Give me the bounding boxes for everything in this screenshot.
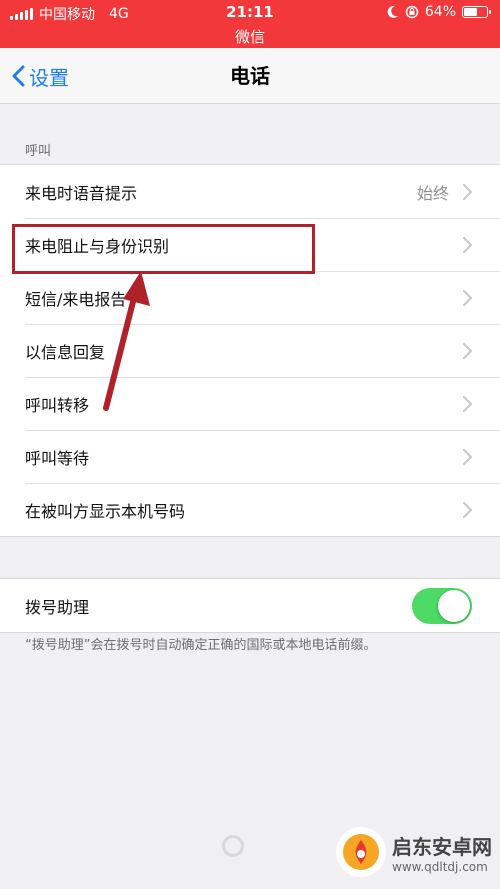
chevron-right-icon: [463, 342, 472, 359]
dial-assist-group: 拨号助理: [0, 578, 500, 633]
section-header-calls: 呼叫: [25, 144, 52, 159]
rotation-lock-icon: [405, 5, 419, 19]
watermark-name: 启东安卓网: [392, 834, 492, 859]
return-to-app-label[interactable]: 微信: [0, 26, 500, 47]
calls-settings-group: 来电时语音提示 始终 来电阻止与身份识别 短信/来电报告 以信息回复 呼叫转移 …: [0, 164, 500, 537]
row-label: 以信息回复: [25, 342, 106, 362]
status-right: 64%: [387, 4, 491, 20]
watermark-logo-icon: [336, 827, 386, 877]
row-label: 在被叫方显示本机号码: [25, 501, 186, 521]
chevron-right-icon: [463, 183, 472, 200]
status-bar: 中国移动 4G 21:11 微信 64%: [0, 0, 500, 48]
row-respond-with-text[interactable]: 以信息回复: [0, 324, 500, 377]
row-value: 始终: [416, 183, 449, 203]
chevron-right-icon: [463, 395, 472, 412]
row-call-waiting[interactable]: 呼叫等待: [0, 430, 500, 483]
page-title: 电话: [230, 64, 270, 88]
row-announce-calls[interactable]: 来电时语音提示 始终: [0, 165, 500, 218]
dial-assist-toggle[interactable]: [412, 587, 472, 624]
toggle-knob: [438, 589, 470, 622]
row-label: 呼叫转移: [25, 395, 90, 415]
dial-assist-note: “拨号助理”会在拨号时自动确定正确的国际或本地电话前缀。: [25, 638, 377, 653]
watermark-url: www.qdltdj.com: [392, 859, 488, 874]
row-sms-call-report[interactable]: 短信/来电报告: [0, 271, 500, 324]
row-call-blocking[interactable]: 来电阻止与身份识别: [0, 218, 500, 271]
back-button[interactable]: 设置: [12, 48, 69, 104]
row-label: 来电阻止与身份识别: [25, 236, 170, 256]
chevron-left-icon: [12, 65, 25, 87]
battery-percent: 64%: [424, 4, 456, 20]
chevron-right-icon: [463, 501, 472, 518]
row-label: 来电时语音提示: [25, 183, 138, 203]
navigation-bar: 设置 电话: [0, 48, 500, 104]
row-label: 拨号助理: [25, 597, 90, 617]
back-label: 设置: [29, 65, 69, 90]
moon-icon: [387, 5, 398, 18]
row-show-caller-id[interactable]: 在被叫方显示本机号码: [0, 483, 500, 536]
chevron-right-icon: [463, 289, 472, 306]
row-call-forwarding[interactable]: 呼叫转移: [0, 377, 500, 430]
battery-icon: [462, 6, 491, 18]
chevron-right-icon: [463, 448, 472, 465]
row-label: 呼叫等待: [25, 448, 90, 468]
row-dial-assist: 拨号助理: [0, 579, 500, 632]
row-label: 短信/来电报告: [25, 289, 127, 309]
watermark: 启东安卓网 www.qdltdj.com: [336, 827, 492, 877]
assistive-touch-button[interactable]: [222, 835, 244, 857]
chevron-right-icon: [463, 236, 472, 253]
